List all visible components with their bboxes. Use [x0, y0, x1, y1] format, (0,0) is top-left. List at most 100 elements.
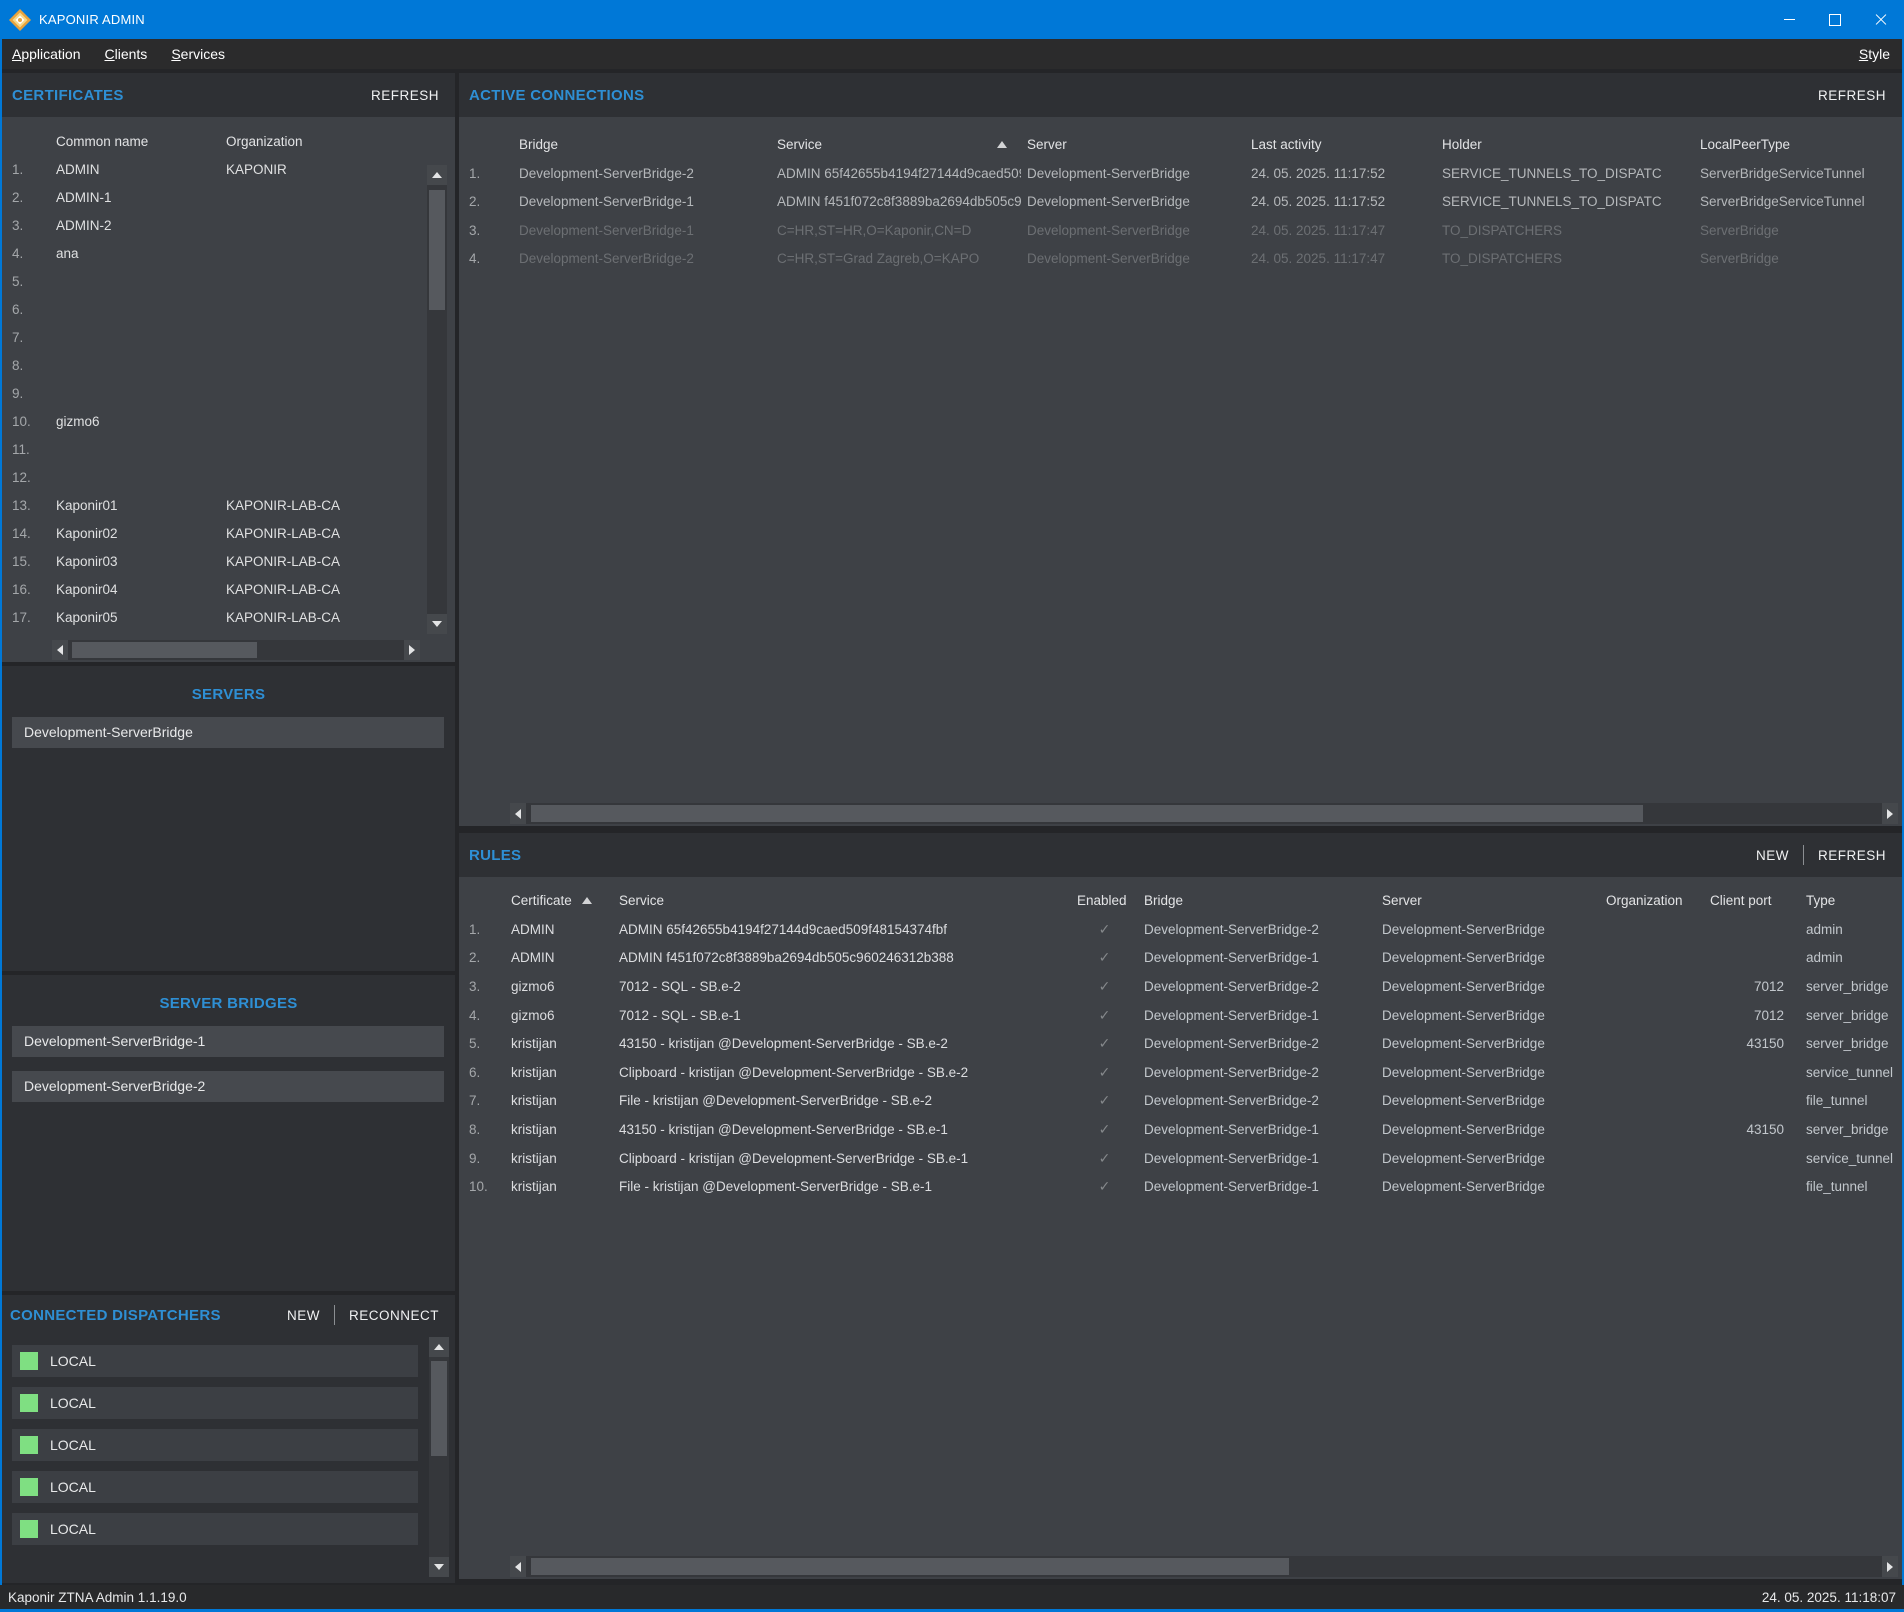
column-header-holder[interactable]: Holder: [1436, 137, 1694, 152]
dispatchers-vertical-scrollbar[interactable]: [429, 1337, 449, 1577]
rule-row[interactable]: 5. kristijan 43150 - kristijan @Developm…: [459, 1029, 1902, 1058]
active-connection-row[interactable]: 4. Development-ServerBridge-2 C=HR,ST=Gr…: [459, 245, 1902, 274]
certificate-row[interactable]: 14. Kaponir02 KAPONIR-LAB-CA: [2, 519, 455, 547]
dispatchers-new-button[interactable]: NEW: [287, 1308, 320, 1323]
server-list-item[interactable]: Development-ServerBridge: [12, 717, 444, 748]
rules-horizontal-scrollbar[interactable]: [510, 1556, 1898, 1577]
scrollbar-thumb[interactable]: [429, 190, 445, 310]
scroll-left-button[interactable]: [510, 1556, 526, 1577]
column-header-service[interactable]: Service: [771, 137, 1021, 152]
scrollbar-thumb[interactable]: [72, 642, 257, 658]
column-header-organization[interactable]: Organization: [1600, 893, 1704, 908]
scrollbar-thumb[interactable]: [531, 1558, 1289, 1575]
active-connection-row[interactable]: 2. Development-ServerBridge-1 ADMIN f451…: [459, 188, 1902, 217]
certificate-common-name: ADMIN: [50, 162, 220, 177]
status-app-version: Kaponir ZTNA Admin 1.1.19.0: [8, 1590, 187, 1605]
server-bridge-list-item[interactable]: Development-ServerBridge-2: [12, 1071, 444, 1102]
scroll-right-icon: [1887, 1562, 1893, 1572]
column-header-last-activity[interactable]: Last activity: [1245, 137, 1436, 152]
column-header-bridge[interactable]: Bridge: [513, 137, 771, 152]
column-header-organization[interactable]: Organization: [220, 134, 440, 149]
column-header-type[interactable]: Type: [1800, 893, 1902, 908]
column-header-client-port[interactable]: Client port: [1704, 893, 1800, 908]
rule-row[interactable]: 4. gizmo6 7012 - SQL - SB.e-1 Developmen…: [459, 1001, 1902, 1030]
dispatcher-list-item[interactable]: LOCAL: [12, 1345, 418, 1377]
certificate-row[interactable]: 4. ana: [2, 239, 455, 267]
certificate-row[interactable]: 5.: [2, 267, 455, 295]
column-header-server[interactable]: Server: [1376, 893, 1600, 908]
rule-row[interactable]: 8. kristijan 43150 - kristijan @Developm…: [459, 1115, 1902, 1144]
certificate-row[interactable]: 11.: [2, 435, 455, 463]
column-header-service[interactable]: Service: [613, 893, 1071, 908]
rule-row[interactable]: 2. ADMIN ADMIN f451f072c8f3889ba2694db50…: [459, 944, 1902, 973]
rules-refresh-button[interactable]: REFRESH: [1818, 848, 1886, 863]
rule-client-port: 7012: [1704, 979, 1800, 994]
certificates-refresh-button[interactable]: REFRESH: [371, 88, 439, 103]
scroll-left-button[interactable]: [510, 803, 526, 824]
column-header-enabled[interactable]: Enabled: [1071, 893, 1138, 908]
row-number: 3.: [2, 218, 50, 233]
menu-item-style[interactable]: Style: [1847, 42, 1904, 66]
scroll-down-button[interactable]: [429, 1557, 449, 1577]
rule-enabled-checkmark-icon: [1071, 1064, 1138, 1081]
column-header-bridge[interactable]: Bridge: [1138, 893, 1376, 908]
minimize-button[interactable]: [1766, 0, 1812, 39]
scroll-right-button[interactable]: [1882, 1556, 1898, 1577]
active-connections-refresh-button[interactable]: REFRESH: [1818, 88, 1886, 103]
server-bridge-list-item[interactable]: Development-ServerBridge-1: [12, 1026, 444, 1057]
dispatcher-list-item[interactable]: LOCAL: [12, 1513, 418, 1545]
scroll-up-button[interactable]: [429, 1337, 449, 1357]
rule-row[interactable]: 6. kristijan Clipboard - kristijan @Deve…: [459, 1058, 1902, 1087]
rules-new-button[interactable]: NEW: [1756, 848, 1789, 863]
rule-row[interactable]: 1. ADMIN ADMIN 65f42655b4194f27144d9caed…: [459, 915, 1902, 944]
certificate-row[interactable]: 16. Kaponir04 KAPONIR-LAB-CA: [2, 575, 455, 603]
maximize-button[interactable]: [1812, 0, 1858, 39]
rule-row[interactable]: 9. kristijan Clipboard - kristijan @Deve…: [459, 1144, 1902, 1173]
connection-last-activity: 24. 05. 2025. 11:17:52: [1245, 166, 1436, 181]
scrollbar-thumb[interactable]: [531, 805, 1643, 822]
certificate-row[interactable]: 10. gizmo6: [2, 407, 455, 435]
certificate-row[interactable]: 15. Kaponir03 KAPONIR-LAB-CA: [2, 547, 455, 575]
menu-item[interactable]: Clients: [93, 42, 160, 66]
scroll-right-button[interactable]: [1882, 803, 1898, 824]
dispatcher-list-item[interactable]: LOCAL: [12, 1471, 418, 1503]
certificate-row[interactable]: 6.: [2, 295, 455, 323]
column-header-certificate[interactable]: Certificate: [505, 893, 613, 908]
scroll-down-button[interactable]: [427, 614, 447, 634]
certificates-horizontal-scrollbar[interactable]: [52, 640, 420, 660]
column-header-common-name[interactable]: Common name: [50, 134, 220, 149]
active-connection-row[interactable]: 3. Development-ServerBridge-1 C=HR,ST=HR…: [459, 216, 1902, 245]
rule-row[interactable]: 7. kristijan File - kristijan @Developme…: [459, 1087, 1902, 1116]
scroll-left-button[interactable]: [52, 640, 68, 660]
certificate-row[interactable]: 2. ADMIN-1: [2, 183, 455, 211]
dispatcher-list-item[interactable]: LOCAL: [12, 1429, 418, 1461]
menu-item[interactable]: Services: [159, 42, 237, 66]
certificate-row[interactable]: 3. ADMIN-2: [2, 211, 455, 239]
connection-last-activity: 24. 05. 2025. 11:17:47: [1245, 223, 1436, 238]
rule-type: service_tunnel: [1800, 1065, 1902, 1080]
rule-row[interactable]: 3. gizmo6 7012 - SQL - SB.e-2 Developmen…: [459, 972, 1902, 1001]
menu-item[interactable]: Application: [0, 42, 93, 66]
column-header-server[interactable]: Server: [1021, 137, 1245, 152]
active-connections-horizontal-scrollbar[interactable]: [510, 803, 1898, 824]
rule-row[interactable]: 10. kristijan File - kristijan @Developm…: [459, 1172, 1902, 1201]
dispatcher-list-item[interactable]: LOCAL: [12, 1387, 418, 1419]
certificates-vertical-scrollbar[interactable]: [427, 165, 447, 634]
scroll-up-button[interactable]: [427, 165, 447, 185]
active-connection-row[interactable]: 1. Development-ServerBridge-2 ADMIN 65f4…: [459, 159, 1902, 188]
scrollbar-thumb[interactable]: [431, 1361, 447, 1456]
certificate-row[interactable]: 1. ADMIN KAPONIR: [2, 155, 455, 183]
dispatchers-reconnect-button[interactable]: RECONNECT: [349, 1308, 439, 1323]
certificate-row[interactable]: 12.: [2, 463, 455, 491]
close-button[interactable]: [1858, 0, 1904, 39]
certificate-row[interactable]: 17. Kaponir05 KAPONIR-LAB-CA: [2, 603, 455, 631]
certificate-row[interactable]: 8.: [2, 351, 455, 379]
column-header-local-peer-type[interactable]: LocalPeerType: [1694, 137, 1881, 152]
connection-bridge: Development-ServerBridge-1: [513, 223, 771, 238]
rule-service: Clipboard - kristijan @Development-Serve…: [613, 1065, 1071, 1080]
scroll-right-button[interactable]: [404, 640, 420, 660]
rules-header: RULES NEW REFRESH: [459, 833, 1902, 877]
certificate-row[interactable]: 9.: [2, 379, 455, 407]
certificate-row[interactable]: 7.: [2, 323, 455, 351]
certificate-row[interactable]: 13. Kaponir01 KAPONIR-LAB-CA: [2, 491, 455, 519]
